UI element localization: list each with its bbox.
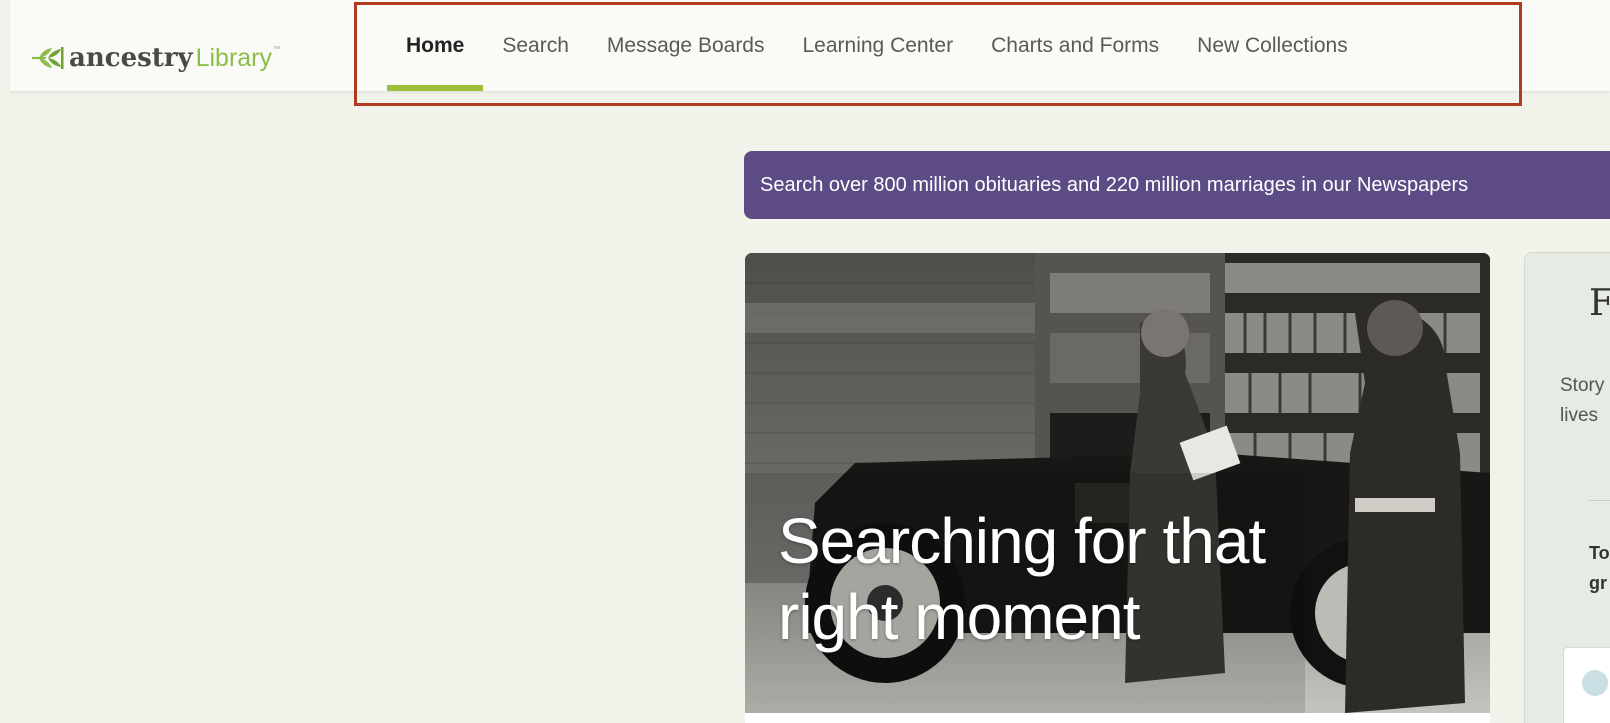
- side-panel-text: Story lives: [1560, 371, 1610, 431]
- logo-trademark: ™: [273, 46, 280, 53]
- page: ancestry Library ™ Home Search Message B…: [0, 0, 1610, 723]
- side-panel-bold-line-1: To: [1589, 543, 1610, 563]
- hero-title-line-2: right moment: [778, 581, 1140, 653]
- nav-search-label: Search: [502, 33, 569, 57]
- side-panel-text-line-1: Story: [1560, 375, 1605, 396]
- promo-banner[interactable]: Search over 800 million obituaries and 2…: [744, 151, 1610, 219]
- nav-message-boards-label: Message Boards: [606, 33, 765, 57]
- nav-learning-center[interactable]: Learning Center: [784, 0, 973, 91]
- hero-title: Searching for that right moment: [778, 503, 1338, 655]
- ancestry-library-logo[interactable]: ancestry Library ™: [30, 42, 280, 74]
- nav-home-label: Home: [406, 33, 465, 57]
- side-panel-divider: [1589, 500, 1610, 501]
- logo-library-label: Library: [195, 43, 272, 72]
- side-panel: F Story lives To gr: [1524, 252, 1610, 723]
- hero-card[interactable]: Searching for that right moment: [745, 253, 1490, 723]
- promo-banner-text: Search over 800 million obituaries and 2…: [760, 174, 1469, 196]
- site-header: ancestry Library ™ Home Search Message B…: [10, 0, 1610, 92]
- side-panel-card[interactable]: [1563, 647, 1610, 723]
- nav-search[interactable]: Search: [483, 0, 588, 91]
- nav-charts-and-forms[interactable]: Charts and Forms: [972, 0, 1178, 91]
- side-panel-bold-text: To gr: [1589, 538, 1610, 598]
- nav-charts-and-forms-label: Charts and Forms: [991, 33, 1160, 57]
- nav-new-collections[interactable]: New Collections: [1178, 0, 1367, 91]
- hero-card-footer: [745, 713, 1490, 723]
- nav-learning-center-label: Learning Center: [802, 33, 954, 57]
- nav-new-collections-label: New Collections: [1197, 33, 1348, 57]
- side-panel-text-line-2: lives: [1560, 405, 1599, 426]
- leaf-icon: [32, 47, 64, 69]
- nav-message-boards[interactable]: Message Boards: [588, 0, 784, 91]
- nav-home[interactable]: Home: [387, 0, 484, 91]
- hero-title-line-1: Searching for that: [778, 505, 1266, 577]
- side-panel-bold-line-2: gr: [1589, 573, 1607, 593]
- avatar-icon: [1582, 670, 1608, 696]
- side-panel-heading: F: [1589, 283, 1610, 324]
- logo-wordmark: ancestry: [69, 43, 193, 73]
- main-nav: Home Search Message Boards Learning Cent…: [387, 0, 1367, 91]
